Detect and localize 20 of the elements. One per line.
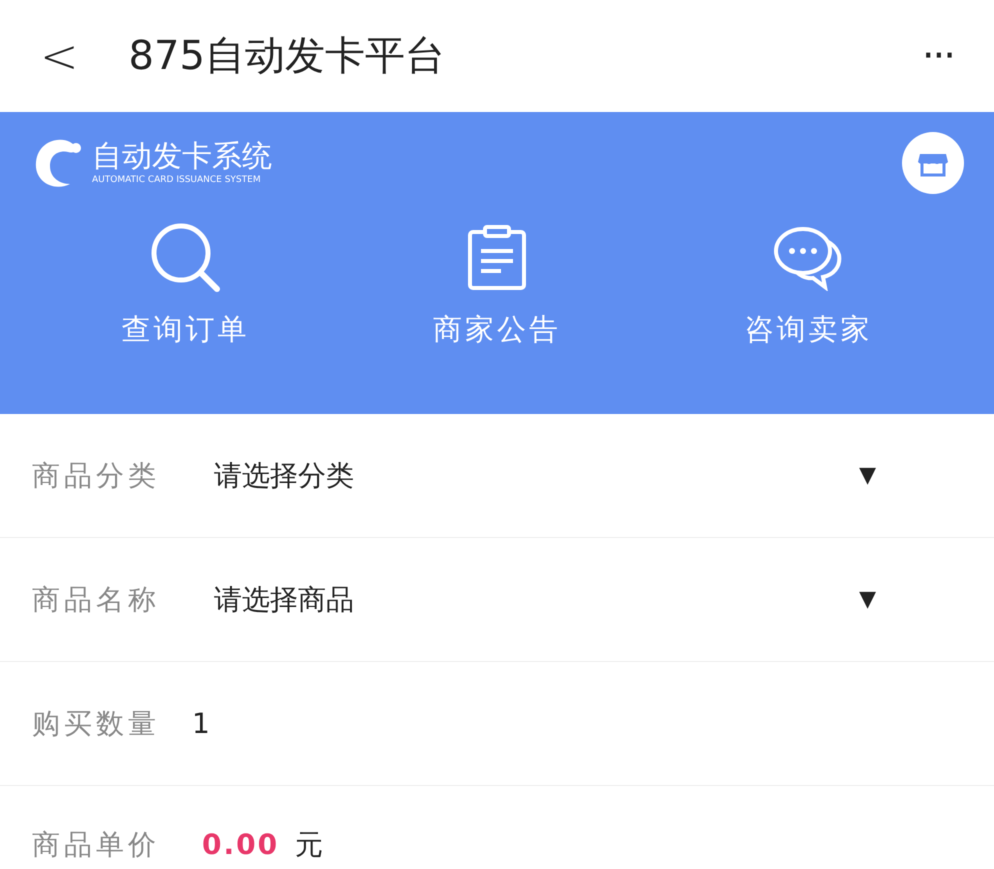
logo-title: 自动发卡系统 bbox=[92, 142, 272, 172]
caret-icon: ▼ bbox=[859, 583, 876, 616]
select-field[interactable]: 请选择分类 ▼ bbox=[214, 454, 994, 496]
shop-icon[interactable] bbox=[902, 132, 964, 194]
caret-icon: ▼ bbox=[859, 459, 876, 492]
logo-subtitle: AUTOMATIC CARD ISSUANCE SYSTEM bbox=[92, 176, 262, 184]
search-icon bbox=[148, 221, 223, 295]
page-title: 875自动发卡平台 bbox=[128, 32, 445, 81]
input-field[interactable]: 1 bbox=[192, 702, 392, 744]
price-value: 0.00 bbox=[202, 827, 280, 863]
select-field[interactable]: 请选择商品 ▼ bbox=[214, 578, 994, 620]
price-unit: 元 bbox=[295, 827, 324, 863]
chat-icon bbox=[773, 225, 844, 291]
field-label: 商品单价 bbox=[32, 827, 161, 863]
field-label: 商品分类 bbox=[32, 458, 161, 494]
field-label: 购买数量 bbox=[32, 706, 161, 742]
field-label: 商品名称 bbox=[32, 582, 161, 618]
more-button[interactable]: ··· bbox=[922, 36, 954, 76]
notice-icon bbox=[466, 225, 527, 291]
back-button[interactable]: < bbox=[40, 33, 79, 79]
